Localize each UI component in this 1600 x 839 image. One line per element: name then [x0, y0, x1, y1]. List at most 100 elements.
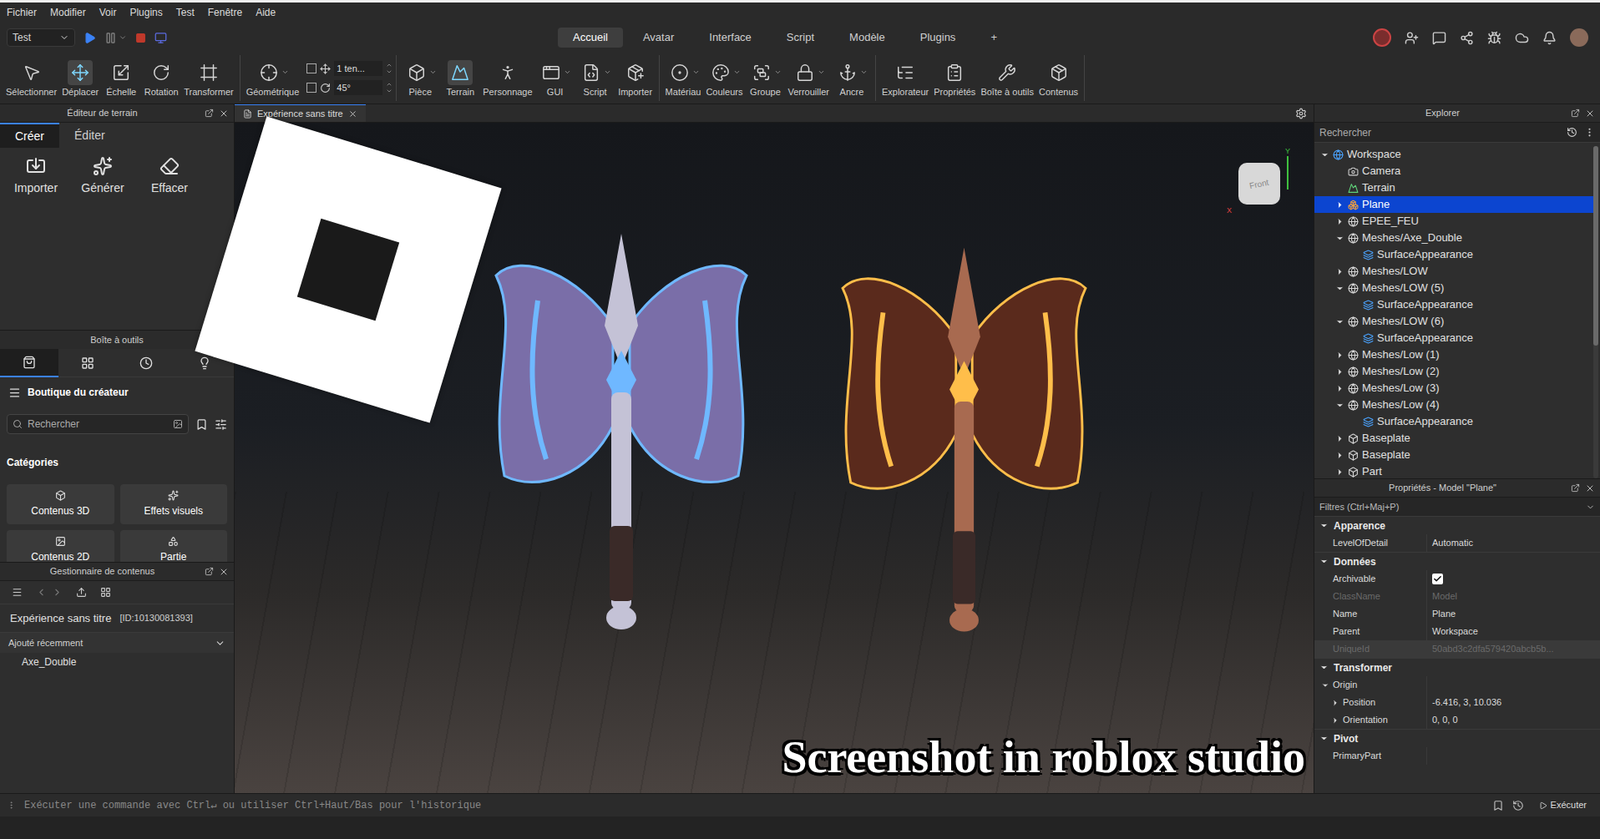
forward-icon[interactable] [51, 587, 63, 598]
property-row[interactable]: ParentWorkspace [1314, 622, 1600, 641]
toolbar-tool[interactable]: GUI [535, 55, 576, 102]
increment-icon[interactable] [385, 61, 393, 69]
user-avatar-icon[interactable] [1372, 28, 1392, 47]
expanded-icon[interactable] [1320, 150, 1330, 160]
collapsed-icon[interactable] [1335, 450, 1345, 461]
menu-item[interactable]: Modifier [50, 5, 87, 21]
terrain-action[interactable]: Générer [76, 156, 129, 198]
dropdown-caret-icon[interactable] [860, 68, 868, 76]
run-button[interactable]: Exécuter [1532, 798, 1594, 813]
list-icon[interactable] [11, 587, 23, 598]
image-search-icon[interactable] [172, 419, 183, 430]
history-icon[interactable] [1566, 126, 1578, 138]
toolbar-tool[interactable]: Contenus [1036, 55, 1081, 102]
profile-avatar-icon[interactable] [1569, 28, 1589, 47]
collapsed-icon[interactable] [1335, 350, 1345, 360]
decrement-icon[interactable] [385, 87, 393, 95]
scrollbar[interactable] [1593, 146, 1599, 479]
filter-icon[interactable] [214, 418, 228, 431]
popout-icon[interactable] [204, 108, 214, 118]
close-icon[interactable] [348, 109, 358, 119]
play-icon[interactable] [83, 31, 97, 45]
menu-item[interactable]: Voir [99, 5, 117, 21]
toolbox-tab[interactable] [116, 349, 176, 378]
section-header[interactable]: Pivot [1314, 729, 1600, 748]
menu-item[interactable]: Test [176, 5, 195, 21]
plugin-icon[interactable] [1487, 30, 1502, 46]
property-row[interactable]: Orientation0, 0, 0 [1314, 711, 1600, 730]
tree-item[interactable]: SurfaceAppearance [1314, 329, 1594, 347]
terrain-action[interactable]: Importer [10, 156, 62, 198]
store-row[interactable]: Boutique du créateur [0, 377, 234, 408]
tree-item[interactable]: Meshes/LOW (5) [1314, 279, 1594, 297]
recent-section[interactable]: Ajouté récemment [0, 632, 234, 654]
terrain-tab[interactable]: Éditer [59, 122, 121, 148]
collapsed-icon[interactable] [1335, 267, 1345, 277]
terrain-tab[interactable]: Créer [0, 122, 60, 148]
stop-icon[interactable] [135, 32, 147, 44]
toolbar-tool[interactable]: Pièce [400, 55, 441, 102]
menu-item[interactable]: Fenêtre [207, 5, 243, 21]
close-icon[interactable] [218, 108, 229, 119]
add-user-icon[interactable] [1404, 30, 1419, 46]
menu-item[interactable]: Aide [255, 5, 276, 21]
toolbar-tool[interactable]: Transformer [181, 55, 237, 102]
expanded-icon[interactable] [1335, 233, 1345, 244]
section-header[interactable]: Données [1314, 551, 1600, 571]
snap-checkbox[interactable] [306, 63, 317, 74]
tree-item[interactable]: Workspace [1314, 146, 1594, 163]
history-icon[interactable] [1512, 800, 1525, 812]
view-cube[interactable]: FrontYX [1235, 156, 1289, 210]
tree-item[interactable]: Baseplate [1314, 446, 1594, 464]
collapsed-icon[interactable] [1335, 467, 1345, 477]
dropdown-caret-icon[interactable] [774, 68, 782, 76]
category-card[interactable]: Partie [120, 530, 228, 563]
toolbar-tool[interactable]: Importer [615, 55, 656, 102]
monitor-icon[interactable] [154, 31, 168, 45]
dropdown-caret-icon[interactable] [563, 68, 572, 76]
toolbar-tool[interactable]: Sélectionner [3, 55, 60, 102]
grid-icon[interactable] [100, 587, 112, 598]
tree-item[interactable]: SurfaceAppearance [1314, 413, 1594, 431]
mode-select[interactable]: Test [6, 28, 76, 47]
expanded-icon[interactable] [1335, 283, 1345, 294]
pause-icon[interactable] [104, 31, 117, 45]
menu-item[interactable]: Fichier [6, 5, 37, 21]
dropdown-caret-icon[interactable] [603, 68, 612, 76]
collapsed-icon[interactable] [1331, 716, 1340, 725]
tree-item[interactable]: Meshes/Low (1) [1314, 346, 1594, 364]
toolbar-tool[interactable]: Verrouiller [784, 55, 832, 102]
tree-item[interactable]: Terrain [1314, 179, 1594, 197]
toolbox-tab[interactable] [0, 349, 59, 378]
property-row[interactable]: LevelOfDetailAutomatic [1314, 534, 1600, 552]
dropdown-caret-icon[interactable] [733, 68, 741, 76]
collapsed-icon[interactable] [1335, 434, 1345, 444]
dropdown-caret-icon[interactable] [817, 68, 826, 76]
toolbox-tab[interactable] [58, 349, 117, 378]
toolbar-tool[interactable]: Groupe [744, 55, 785, 102]
expanded-icon[interactable] [1335, 317, 1345, 327]
property-row[interactable]: Origin [1314, 676, 1600, 694]
property-row[interactable]: Position-6.416, 3, 10.036 [1314, 693, 1600, 712]
increment-icon[interactable] [385, 81, 393, 88]
decrement-icon[interactable] [385, 68, 393, 76]
tree-item[interactable]: Baseplate [1314, 430, 1594, 447]
tree-item[interactable]: Meshes/LOW [1314, 263, 1594, 280]
tree-item[interactable]: Plane [1314, 196, 1594, 213]
tree-item[interactable]: Meshes/Low (4) [1314, 396, 1594, 414]
category-card[interactable]: Contenus 2D [6, 530, 115, 563]
collapsed-icon[interactable] [1331, 698, 1340, 708]
ribbon-tab[interactable]: Avatar [627, 27, 689, 48]
toolbar-tool[interactable]: Terrain [440, 55, 481, 102]
popout-icon[interactable] [204, 567, 214, 577]
toolbar-tool[interactable]: Personnage [480, 55, 535, 102]
ribbon-tab[interactable]: + [975, 27, 1013, 48]
close-icon[interactable] [1584, 108, 1595, 119]
dropdown-caret-icon[interactable] [281, 68, 289, 76]
toolbar-tool[interactable]: Script [575, 55, 616, 102]
toolbar-tool[interactable]: Déplacer [59, 55, 102, 102]
dropdown-caret-icon[interactable] [692, 68, 700, 76]
toolbar-tool[interactable]: Explorateur [879, 55, 932, 102]
more-icon[interactable] [1584, 126, 1595, 138]
toolbar-tool[interactable]: Échelle [101, 55, 142, 102]
